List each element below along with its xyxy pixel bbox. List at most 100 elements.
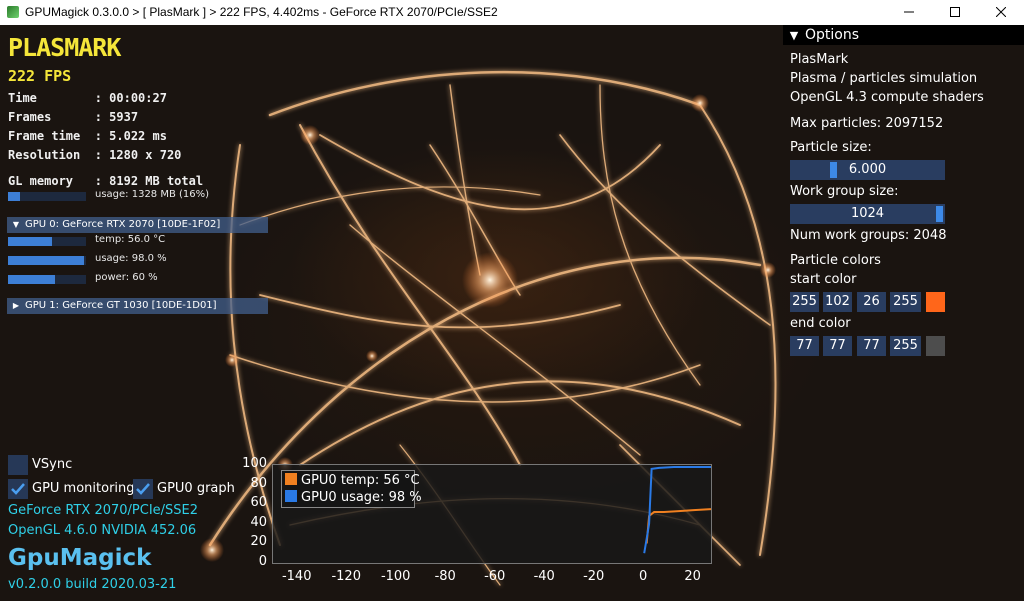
legend-label-temp: GPU0 temp: 56 °C: [301, 473, 420, 488]
close-icon: [995, 6, 1007, 18]
particle-size-value: 6.000: [848, 162, 887, 177]
collapse-triangle-icon: ▼: [789, 29, 799, 42]
maximize-icon: [950, 7, 960, 17]
checkmark-icon: [11, 483, 25, 495]
gpu0-temp-bar: [8, 237, 86, 246]
stat-gl-memory: GL memory : 8192 MB total: [8, 174, 204, 188]
options-line-3: OpenGL 4.3 compute shaders: [790, 90, 984, 105]
end-color-a[interactable]: 255: [890, 336, 921, 356]
minimize-button[interactable]: [886, 0, 932, 25]
end-color-r[interactable]: 77: [790, 336, 819, 356]
maximize-button[interactable]: [932, 0, 978, 25]
x-tick-label: -40: [533, 569, 555, 584]
options-header-label: Options: [805, 27, 860, 43]
legend-item-temp: GPU0 temp: 56 °C: [285, 473, 420, 488]
gl-memory-usage-fill: [8, 192, 21, 201]
slider-grab-handle[interactable]: [936, 206, 943, 222]
gpu0-usage-label: usage: 98.0 %: [95, 253, 167, 264]
particle-colors-label: Particle colors: [790, 253, 881, 268]
gpu0-graph-checkbox-box[interactable]: [133, 479, 153, 499]
x-tick-label: -120: [331, 569, 361, 584]
gpumagick-logo: GpuMagick: [8, 545, 152, 571]
num-work-groups-label: Num work groups: 2048: [790, 228, 947, 243]
graph-legend: GPU0 temp: 56 °C GPU0 usage: 98 %: [281, 470, 422, 508]
series-line-0: [645, 508, 711, 544]
stat-frames: Frames : 5937: [8, 110, 139, 124]
gpu-monitoring-label: GPU monitoring: [32, 481, 135, 496]
x-tick-label: -140: [281, 569, 312, 584]
y-tick-label: 0: [258, 554, 267, 569]
stat-frame-time: Frame time : 5.022 ms: [8, 129, 167, 143]
x-tick-label: -80: [434, 569, 456, 584]
particle-size-label: Particle size:: [790, 140, 872, 155]
x-tick-label: 20: [684, 569, 701, 584]
fps-counter: 222 FPS: [8, 67, 72, 85]
options-line-1: PlasMark: [790, 52, 849, 67]
y-tick-label: 100: [242, 456, 267, 471]
work-group-size-label: Work group size:: [790, 184, 899, 199]
x-tick-label: -20: [583, 569, 605, 584]
gl-memory-usage-bar: [8, 192, 86, 201]
close-button[interactable]: [978, 0, 1024, 25]
y-tick-label: 20: [250, 534, 267, 550]
end-color-label: end color: [790, 316, 851, 331]
options-header[interactable]: ▼ Options: [783, 25, 1024, 45]
start-color-label: start color: [790, 272, 857, 287]
options-line-2: Plasma / particles simulation: [790, 71, 978, 86]
start-color-swatch[interactable]: [926, 292, 945, 312]
gpu0-header[interactable]: ▼ GPU 0: GeForce RTX 2070 [10DE-1F02]: [7, 217, 268, 233]
version-label: v0.2.0.0 build 2020.03-21: [8, 577, 177, 592]
work-group-size-slider[interactable]: 1024: [790, 204, 945, 224]
minimize-icon: [904, 11, 914, 13]
y-tick-label: 80: [250, 475, 267, 491]
gl-memory-usage-label: usage: 1328 MB (16%): [95, 189, 210, 200]
gpu0-power-fill: [8, 275, 55, 284]
stat-resolution: Resolution : 1280 x 720: [8, 148, 182, 162]
gpu-monitoring-checkbox[interactable]: GPU monitoring: [8, 479, 135, 499]
window-title: GPUMagick 0.3.0.0 > [ PlasMark ] > 222 F…: [25, 5, 498, 19]
expand-triangle-icon: ▶: [12, 301, 20, 310]
start-color-g[interactable]: 102: [823, 292, 852, 312]
legend-label-usage: GPU0 usage: 98 %: [301, 490, 422, 505]
renderer-gpu: GeForce RTX 2070/PCIe/SSE2: [8, 503, 199, 518]
gpu0-power-label: power: 60 %: [95, 272, 158, 283]
start-color-r[interactable]: 255: [790, 292, 819, 312]
legend-swatch-usage: [285, 490, 297, 502]
gpu1-header[interactable]: ▶ GPU 1: GeForce GT 1030 [10DE-1D01]: [7, 298, 268, 314]
renderer-opengl: OpenGL 4.6.0 NVIDIA 452.06: [8, 523, 197, 538]
start-color-b[interactable]: 26: [857, 292, 886, 312]
x-tick-label: 0: [639, 569, 648, 584]
start-color-a[interactable]: 255: [890, 292, 921, 312]
legend-swatch-temp: [285, 473, 297, 485]
app-icon: [7, 6, 19, 18]
gpu0-usage-fill: [8, 256, 85, 265]
gpu0-graph-checkbox[interactable]: GPU0 graph: [133, 479, 235, 499]
end-color-swatch[interactable]: [926, 336, 945, 356]
y-tick-label: 40: [250, 514, 267, 530]
plasmark-logo: PLASMARK: [8, 33, 121, 62]
gpu0-temp-label: temp: 56.0 °C: [95, 234, 166, 245]
x-tick-label: -100: [380, 569, 411, 584]
vsync-checkbox-box[interactable]: [8, 455, 28, 475]
vsync-label: VSync: [32, 457, 73, 472]
checkmark-icon: [136, 483, 150, 495]
end-color-g[interactable]: 77: [823, 336, 852, 356]
gpu0-usage-bar: [8, 256, 86, 265]
stat-time: Time : 00:00:27: [8, 91, 167, 105]
legend-item-usage: GPU0 usage: 98 %: [285, 490, 422, 505]
title-bar[interactable]: GPUMagick 0.3.0.0 > [ PlasMark ] > 222 F…: [0, 0, 1024, 25]
vsync-checkbox[interactable]: VSync: [8, 455, 72, 475]
gpu1-header-label: GPU 1: GeForce GT 1030 [10DE-1D01]: [25, 300, 217, 311]
end-color-b[interactable]: 77: [857, 336, 886, 356]
gpu0-graph-label: GPU0 graph: [157, 481, 235, 496]
gpu0-temp-fill: [8, 237, 52, 246]
options-panel: ▼ Options PlasMark Plasma / particles sim…: [783, 25, 1024, 601]
y-tick-label: 60: [250, 495, 267, 511]
slider-grab-handle[interactable]: [830, 162, 837, 178]
particle-size-slider[interactable]: 6.000: [790, 160, 945, 180]
work-group-size-value: 1024: [850, 206, 885, 221]
collapse-triangle-icon: ▼: [12, 220, 20, 229]
gpu-monitoring-checkbox-box[interactable]: [8, 479, 28, 499]
gpu0-power-bar: [8, 275, 86, 284]
gpu0-header-label: GPU 0: GeForce RTX 2070 [10DE-1F02]: [25, 219, 221, 230]
